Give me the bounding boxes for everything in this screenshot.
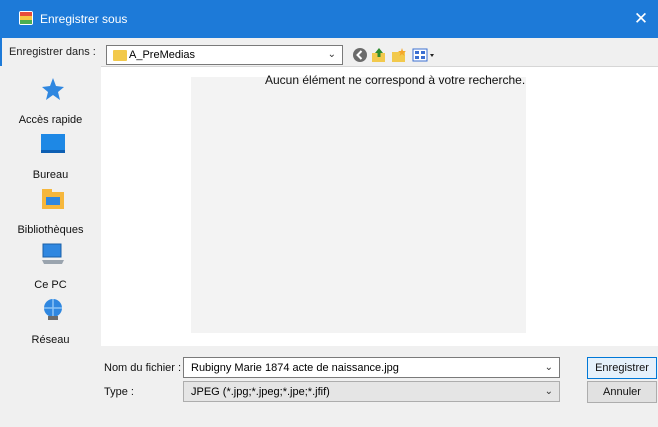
back-icon[interactable] xyxy=(352,47,368,63)
desktop-icon xyxy=(40,131,66,157)
close-icon[interactable]: ✕ xyxy=(624,0,658,38)
view-menu-icon[interactable] xyxy=(412,47,438,63)
places-bar: Accès rapide Bureau Bibliothèques Ce PC … xyxy=(0,66,101,346)
empty-message: Aucun élément ne correspond à votre rech… xyxy=(265,73,526,87)
place-libraries[interactable]: Bibliothèques xyxy=(0,186,101,240)
chevron-down-icon[interactable]: ⌄ xyxy=(545,362,553,373)
background-document-ghost xyxy=(191,77,526,333)
place-network[interactable]: Réseau xyxy=(0,296,101,350)
chevron-down-icon[interactable]: ⌄ xyxy=(328,49,336,60)
filename-label: Nom du fichier : xyxy=(104,362,182,374)
location-combobox[interactable]: A_PreMedias ⌄ xyxy=(106,45,343,65)
libraries-icon xyxy=(40,186,66,212)
computer-icon xyxy=(40,241,66,267)
place-label: Bureau xyxy=(32,169,69,181)
place-this-pc[interactable]: Ce PC xyxy=(0,241,101,295)
title-bar: Enregistrer sous ✕ xyxy=(0,0,658,38)
place-quick-access[interactable]: Accès rapide xyxy=(0,76,101,130)
file-list[interactable]: Aucun élément ne correspond à votre rech… xyxy=(101,66,658,346)
paint-app-icon xyxy=(18,10,34,26)
cancel-button[interactable]: Annuler xyxy=(587,381,657,403)
type-value: JPEG (*.jpg;*.jpeg;*.jpe;*.jfif) xyxy=(191,386,330,398)
type-select[interactable]: JPEG (*.jpg;*.jpeg;*.jpe;*.jfif) ⌄ xyxy=(183,381,560,402)
folder-icon xyxy=(113,50,127,61)
location-label: Enregistrer dans : xyxy=(9,46,96,58)
up-folder-icon[interactable] xyxy=(371,47,387,63)
place-label: Bibliothèques xyxy=(17,224,84,236)
chevron-down-icon[interactable]: ⌄ xyxy=(545,386,553,397)
save-form: Nom du fichier : Rubigny Marie 1874 acte… xyxy=(0,346,658,427)
window-title: Enregistrer sous xyxy=(40,12,128,26)
new-folder-icon[interactable] xyxy=(391,47,407,63)
location-value: A_PreMedias xyxy=(129,49,196,61)
filename-value: Rubigny Marie 1874 acte de naissance.jpg xyxy=(191,362,399,374)
pin-icon xyxy=(40,76,66,102)
place-desktop[interactable]: Bureau xyxy=(0,131,101,185)
place-label: Accès rapide xyxy=(18,114,83,126)
network-icon xyxy=(40,296,66,322)
save-button[interactable]: Enregistrer xyxy=(587,357,657,379)
place-label: Réseau xyxy=(31,334,70,346)
type-label: Type : xyxy=(104,386,134,398)
place-label: Ce PC xyxy=(34,279,67,291)
filename-field[interactable]: Rubigny Marie 1874 acte de naissance.jpg… xyxy=(183,357,560,378)
